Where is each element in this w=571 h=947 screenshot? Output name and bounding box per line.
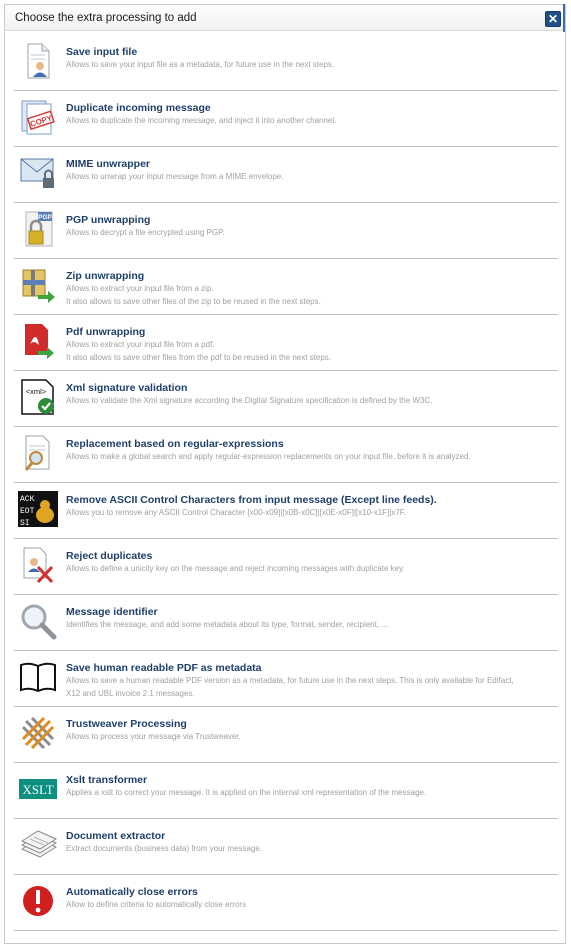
processing-item-description: Extract documents (business data) from y… <box>66 843 554 856</box>
processing-item-description: Allows to duplicate the incoming message… <box>66 115 554 128</box>
trustweaver-icon <box>18 713 58 753</box>
description-line: Allows to save a human readable PDF vers… <box>66 676 514 685</box>
processing-item-description: Applies a xslt to correct your message. … <box>66 787 554 800</box>
xml-check-icon: <xml> <box>18 377 58 417</box>
processing-item-description: Allows to decrypt a file encrypted using… <box>66 227 554 240</box>
processing-item-xslt-transformer[interactable]: XSLT Xslt transformer Applies a xslt to co… <box>14 763 558 819</box>
pdf-extract-icon <box>18 321 58 361</box>
open-book-icon <box>18 657 58 697</box>
svg-text:<xml>: <xml> <box>26 387 47 396</box>
processing-item-trustweaver-processing[interactable]: Trustweaver Processing Allows to process … <box>14 707 558 763</box>
processing-item-zip-unwrapping[interactable]: Zip unwrapping Allows to extract your inp… <box>14 259 558 315</box>
processing-item-title[interactable]: Remove ASCII Control Characters from inp… <box>66 494 437 506</box>
processing-item-title[interactable]: Reject duplicates <box>66 550 152 562</box>
processing-item-automatically-close-errors[interactable]: Automatically close errors Allow to defin… <box>14 875 558 931</box>
processing-item-document-extractor[interactable]: Document extractor Extract documents (bus… <box>14 819 558 875</box>
processing-item-description: Allows to make a global search and apply… <box>66 451 554 464</box>
description-line: Extract documents (business data) from y… <box>66 844 263 853</box>
description-line: Allows you to remove any ASCII Control C… <box>66 508 406 517</box>
dialog-title: Choose the extra processing to add <box>15 12 197 24</box>
description-line: Allows to decrypt a file encrypted using… <box>66 228 225 237</box>
envelope-lock-icon <box>18 153 58 193</box>
processing-item-title[interactable]: Trustweaver Processing <box>66 718 187 730</box>
processing-item-xml-signature-validation[interactable]: <xml> Xml signature validation Allows to … <box>14 371 558 427</box>
processing-item-description: Allows to unwrap your input message from… <box>66 171 554 184</box>
window-edge <box>563 4 565 32</box>
description-line: Allow to define criteria to automaticall… <box>66 900 247 909</box>
processing-item-title[interactable]: MIME unwrapper <box>66 158 150 170</box>
description-line: X12 and UBL invoice 2.1 messages. <box>66 688 195 698</box>
description-line: Allows to extract your input file from a… <box>66 284 214 293</box>
processing-item-title[interactable]: Save human readable PDF as metadata <box>66 662 262 674</box>
processing-item-title[interactable]: Xslt transformer <box>66 774 147 786</box>
description-line: Allows to process your message via Trust… <box>66 732 241 741</box>
description-line: Allows to make a global search and apply… <box>66 452 471 461</box>
processing-item-duplicate-incoming-message[interactable]: COPY Duplicate incoming message Allows to… <box>14 91 558 147</box>
processing-item-title[interactable]: Save input file <box>66 46 137 58</box>
description-line: Identifies the message, and add some met… <box>66 620 388 629</box>
document-user-icon <box>18 41 58 81</box>
processing-item-description: Allows to extract your input file from a… <box>66 339 554 364</box>
processing-item-title[interactable]: Document extractor <box>66 830 165 842</box>
processing-item-title[interactable]: Zip unwrapping <box>66 270 144 282</box>
zip-archive-icon <box>18 265 58 305</box>
processing-item-title[interactable]: Message identifier <box>66 606 158 618</box>
processing-item-pdf-unwrapping[interactable]: Pdf unwrapping Allows to extract your inp… <box>14 315 558 371</box>
processing-list: Save input file Allows to save your input… <box>14 35 558 931</box>
processing-item-pgp-unwrapping[interactable]: PGP PGP unwrapping Allows to decrypt a fi… <box>14 203 558 259</box>
svg-text:XSLT: XSLT <box>22 782 53 797</box>
processing-item-mime-unwrapper[interactable]: MIME unwrapper Allows to unwrap your inpu… <box>14 147 558 203</box>
processing-item-title[interactable]: Xml signature validation <box>66 382 187 394</box>
processing-item-reject-duplicates[interactable]: Reject duplicates Allows to define a unic… <box>14 539 558 595</box>
description-line: Applies a xslt to correct your message. … <box>66 788 427 797</box>
xslt-icon: XSLT <box>18 769 58 809</box>
processing-item-description: Allows to save a human readable PDF vers… <box>66 675 554 700</box>
close-button[interactable]: ✕ <box>545 11 561 27</box>
magnifier-icon <box>18 601 58 641</box>
description-line: Allows to unwrap your input message from… <box>66 172 284 181</box>
copy-stamp-icon: COPY <box>18 97 58 137</box>
document-search-icon <box>18 433 58 473</box>
processing-item-description: Allows to process your message via Trust… <box>66 731 554 744</box>
svg-text:ACK: ACK <box>20 495 35 504</box>
processing-item-description: Allows to extract your input file from a… <box>66 283 554 308</box>
description-line: Allows to extract your input file from a… <box>66 340 215 349</box>
processing-item-description: Allow to define criteria to automaticall… <box>66 899 554 912</box>
svg-text:PGP: PGP <box>38 214 52 221</box>
processing-item-title[interactable]: PGP unwrapping <box>66 214 150 226</box>
processing-item-remove-ascii-control[interactable]: ACK EOT SI Remove ASCII Control Characte… <box>14 483 558 539</box>
description-line: Allows to save your input file as a meta… <box>66 60 335 69</box>
processing-item-description: Identifies the message, and add some met… <box>66 619 554 632</box>
document-reject-icon <box>18 545 58 585</box>
processing-item-replacement-regex[interactable]: Replacement based on regular-expressions… <box>14 427 558 483</box>
processing-item-title[interactable]: Pdf unwrapping <box>66 326 145 338</box>
processing-item-message-identifier[interactable]: Message identifier Identifies the message… <box>14 595 558 651</box>
dialog-titlebar: Choose the extra processing to add ✕ <box>5 5 565 31</box>
description-line: Allows to duplicate the incoming message… <box>66 116 337 125</box>
description-line: It also allows to save other files of th… <box>66 296 321 306</box>
processing-item-title[interactable]: Replacement based on regular-expressions <box>66 438 284 450</box>
ascii-characters-icon: ACK EOT SI <box>18 489 58 529</box>
pgp-lock-icon: PGP <box>18 209 58 249</box>
processing-item-description: Allows you to remove any ASCII Control C… <box>66 507 554 520</box>
processing-item-description: Allows to define a unicity key on the me… <box>66 563 554 576</box>
description-line: It also allows to save other files from … <box>66 352 332 362</box>
error-icon <box>18 881 58 921</box>
svg-text:SI: SI <box>20 519 30 528</box>
description-line: Allows to define a unicity key on the me… <box>66 564 405 573</box>
description-line: Allows to validate the Xml signature acc… <box>66 396 433 405</box>
processing-item-title[interactable]: Duplicate incoming message <box>66 102 211 114</box>
processing-item-title[interactable]: Automatically close errors <box>66 886 198 898</box>
extra-processing-dialog: Choose the extra processing to add ✕ Sav… <box>4 4 566 944</box>
processing-item-save-human-readable-pdf[interactable]: Save human readable PDF as metadata Allow… <box>14 651 558 707</box>
processing-item-description: Allows to save your input file as a meta… <box>66 59 554 72</box>
documents-stack-icon <box>18 825 58 865</box>
close-icon[interactable]: ✕ <box>548 12 558 26</box>
processing-item-save-input-file[interactable]: Save input file Allows to save your input… <box>14 35 558 91</box>
svg-text:EOT: EOT <box>20 507 35 516</box>
processing-item-description: Allows to validate the Xml signature acc… <box>66 395 554 408</box>
